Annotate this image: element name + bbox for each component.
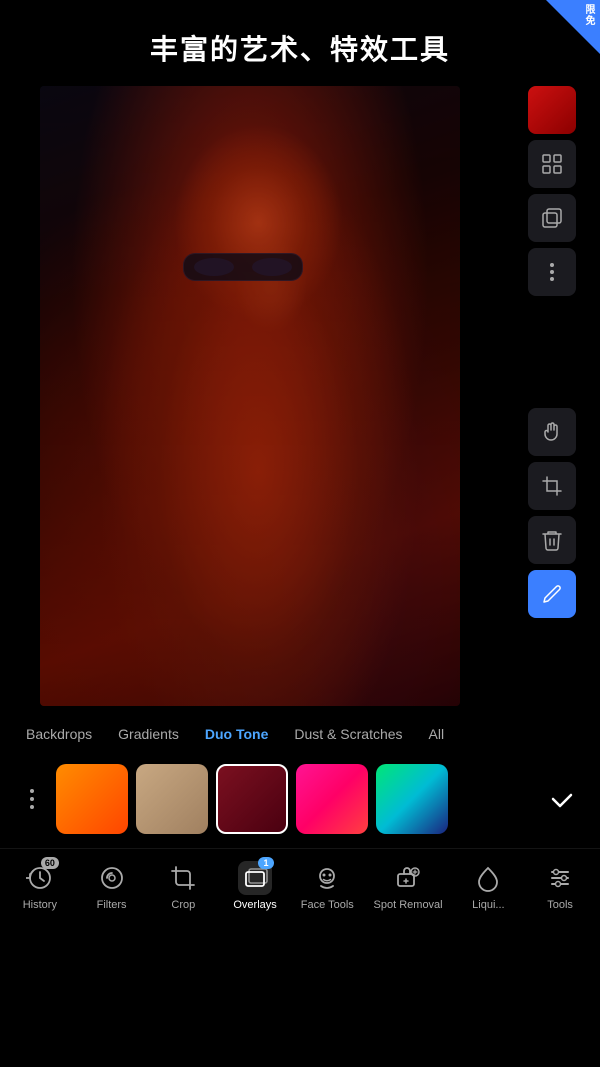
- pattern-icon: [540, 152, 564, 176]
- liquify-icon-container: [471, 861, 505, 895]
- tools-icon-container: [543, 861, 577, 895]
- tab-all[interactable]: All: [419, 722, 455, 746]
- dot3: [30, 805, 34, 809]
- category-tabs: Backdrops Gradients Duo Tone Dust & Scra…: [0, 714, 600, 754]
- photo-background: [40, 86, 460, 706]
- more-options-button[interactable]: [528, 248, 576, 296]
- tab-duo-tone[interactable]: Duo Tone: [195, 722, 279, 746]
- tools-label: Tools: [547, 899, 573, 911]
- tool-filters[interactable]: Filters: [86, 861, 138, 911]
- photo-canvas: [40, 86, 460, 706]
- canvas-area: [0, 86, 600, 706]
- pattern-button[interactable]: [528, 140, 576, 188]
- swatches-row: [0, 754, 600, 844]
- tool-overlays[interactable]: 1 Overlays: [229, 861, 281, 911]
- liquify-label: Liqui...: [472, 899, 504, 911]
- tool-face-tools[interactable]: Face Tools: [301, 861, 354, 911]
- overlays-icon-container: 1: [238, 861, 272, 895]
- face-tools-icon: [313, 864, 341, 892]
- crop-icon-container: [166, 861, 200, 895]
- dot2: [30, 797, 34, 801]
- tab-gradients[interactable]: Gradients: [108, 722, 189, 746]
- history-icon-container: 60: [23, 861, 57, 895]
- color-swatch-button[interactable]: [528, 86, 576, 134]
- hand-icon: [540, 420, 564, 444]
- bottom-toolbar: 60 History Filters: [0, 848, 600, 927]
- filters-icon: [98, 864, 126, 892]
- confirm-button[interactable]: [540, 777, 584, 821]
- swatch-more-button[interactable]: [16, 764, 48, 834]
- toolbar-spacer: [528, 302, 580, 402]
- liquify-icon: [474, 864, 502, 892]
- tab-dust-scratches[interactable]: Dust & Scratches: [284, 722, 412, 746]
- crop-resize-button[interactable]: [528, 462, 576, 510]
- swatch-red-dark[interactable]: [216, 764, 288, 834]
- delete-icon: [540, 528, 564, 552]
- tool-tools[interactable]: Tools: [534, 861, 586, 911]
- swatch-orange[interactable]: [56, 764, 128, 834]
- duotone-overlay: [40, 86, 460, 706]
- filters-label: Filters: [97, 899, 127, 911]
- swatch-tan[interactable]: [136, 764, 208, 834]
- hand-tool-button[interactable]: [528, 408, 576, 456]
- history-label: History: [23, 899, 57, 911]
- spot-removal-icon-container: [391, 861, 425, 895]
- swatch-green[interactable]: [376, 764, 448, 834]
- duplicate-button[interactable]: [528, 194, 576, 242]
- crop-icon: [169, 864, 197, 892]
- face-tools-label: Face Tools: [301, 899, 354, 911]
- tab-backdrops[interactable]: Backdrops: [16, 722, 102, 746]
- swatch-pink[interactable]: [296, 764, 368, 834]
- spot-removal-label: Spot Removal: [374, 899, 443, 911]
- filters-icon-container: [95, 861, 129, 895]
- corner-badge-text: 限免: [581, 0, 600, 26]
- right-toolbar: [528, 86, 580, 618]
- tool-liquify[interactable]: Liqui...: [462, 861, 514, 911]
- tools-icon: [546, 864, 574, 892]
- delete-button[interactable]: [528, 516, 576, 564]
- duplicate-icon: [540, 206, 564, 230]
- spot-removal-icon: [394, 864, 422, 892]
- dot1: [30, 789, 34, 793]
- crop-resize-icon: [540, 474, 564, 498]
- overlays-label: Overlays: [233, 899, 276, 911]
- tool-crop[interactable]: Crop: [157, 861, 209, 911]
- check-icon: [548, 785, 576, 813]
- history-badge: 60: [41, 857, 59, 869]
- page-title: 丰富的艺术、特效工具: [0, 0, 600, 86]
- tool-spot-removal[interactable]: Spot Removal: [374, 861, 443, 911]
- tool-history[interactable]: 60 History: [14, 861, 66, 911]
- overlays-badge: 1: [258, 857, 274, 869]
- edit-pen-button[interactable]: [528, 570, 576, 618]
- crop-label: Crop: [171, 899, 195, 911]
- pen-icon: [540, 582, 564, 606]
- face-tools-icon-container: [310, 861, 344, 895]
